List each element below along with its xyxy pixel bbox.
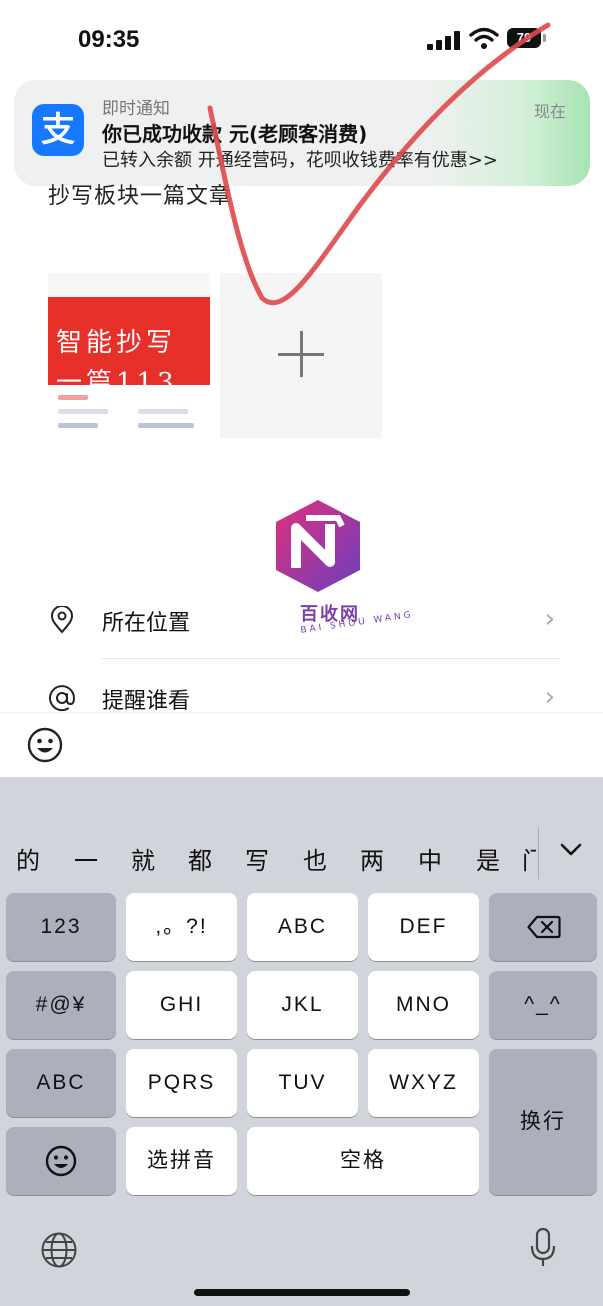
chevron-right-icon: › <box>544 682 555 712</box>
key-abc-switch[interactable]: ABC <box>6 1049 116 1117</box>
key-123[interactable]: 123 <box>6 893 116 961</box>
key-punctuation[interactable]: ,。?! <box>126 893 237 961</box>
space-key[interactable]: 空格 <box>247 1127 479 1195</box>
candidate[interactable]: 两 <box>360 841 384 876</box>
key-select-pinyin[interactable]: 选拼音 <box>126 1127 237 1195</box>
candidate[interactable]: 的 <box>16 841 40 876</box>
key-wxyz[interactable]: WXYZ <box>368 1049 479 1117</box>
emoji-toolbar <box>0 712 603 778</box>
key-ghi[interactable]: GHI <box>126 971 237 1039</box>
thumb-detail-line <box>138 409 188 414</box>
home-indicator <box>194 1289 410 1296</box>
location-pin-icon <box>50 606 74 634</box>
candidate[interactable]: 一 <box>74 841 98 876</box>
status-time: 09:35 <box>78 26 140 53</box>
key-pqrs[interactable]: PQRS <box>126 1049 237 1117</box>
notification-body: 已转入余额 开通经营码，花呗收钱费率有优惠>> <box>102 150 498 171</box>
notification-app-name: 即时通知 <box>102 99 170 119</box>
plus-icon-vertical <box>300 331 303 377</box>
at-sign-icon <box>49 685 76 712</box>
battery-icon: 79 <box>507 28 541 48</box>
thumb-detail-line <box>58 409 108 414</box>
key-abc[interactable]: ABC <box>247 893 358 961</box>
battery-cap <box>543 34 546 42</box>
microphone-icon[interactable] <box>528 1227 558 1269</box>
backspace-icon <box>527 915 561 939</box>
thumb-text-line1: 智能抄写 <box>56 328 177 358</box>
candidate[interactable]: 就 <box>131 841 155 876</box>
notification-time: 现在 <box>533 102 566 121</box>
thumb-detail-line <box>138 423 194 428</box>
location-row[interactable]: 所在位置 › <box>0 580 603 658</box>
key-mno[interactable]: MNO <box>368 971 479 1039</box>
key-emoticon[interactable]: ^_^ <box>489 971 597 1039</box>
candidate[interactable]: 都 <box>188 841 212 876</box>
globe-icon[interactable] <box>40 1231 78 1269</box>
thumb-banner: 智能抄写 一篇113 <box>48 297 210 398</box>
candidate-separator <box>538 827 539 879</box>
emoji-key[interactable] <box>6 1127 116 1195</box>
thumb-banner-text: 智能抄写 一篇113 <box>56 323 206 403</box>
key-def[interactable]: DEF <box>368 893 479 961</box>
chevron-down-icon[interactable] <box>560 843 582 857</box>
key-tuv[interactable]: TUV <box>247 1049 358 1117</box>
cellular-signal-icon <box>427 30 461 50</box>
key-jkl[interactable]: JKL <box>247 971 358 1039</box>
status-bar: 09:35 79 <box>0 0 603 80</box>
enter-key[interactable]: 换行 <box>489 1049 597 1195</box>
wifi-icon <box>469 27 499 49</box>
candidate-bar: 的 一 就 都 写 也 两 中 是 门 <box>0 825 540 885</box>
notification-banner[interactable]: 支 即时通知 你已成功收款 元(老顾客消费) 已转入余额 开通经营码，花呗收钱费… <box>14 80 590 186</box>
location-label: 所在位置 <box>102 611 191 636</box>
backspace-key[interactable] <box>489 893 597 961</box>
keyboard: 的 一 就 都 写 也 两 中 是 门 123 ,。?! ABC DEF #@¥… <box>0 777 603 1306</box>
candidate[interactable]: 写 <box>245 841 269 876</box>
remind-label: 提醒谁看 <box>102 689 191 714</box>
emoji-icon <box>45 1145 77 1177</box>
candidate[interactable]: 中 <box>418 841 442 876</box>
candidate[interactable]: 门 <box>522 841 536 876</box>
key-symbols[interactable]: #@¥ <box>6 971 116 1039</box>
candidate[interactable]: 也 <box>303 841 327 876</box>
attached-image-thumbnail[interactable]: 智能抄写 一篇113 <box>48 273 210 438</box>
thumb-detail-line <box>58 395 88 400</box>
add-image-button[interactable] <box>220 273 382 438</box>
alipay-app-icon: 支 <box>32 104 84 156</box>
candidate[interactable]: 是 <box>476 841 500 876</box>
emoji-icon[interactable] <box>27 727 63 763</box>
notification-title: 你已成功收款 元(老顾客消费) <box>102 122 368 146</box>
thumb-header <box>48 273 210 297</box>
post-text[interactable]: 抄写板块一篇文章 <box>48 178 232 210</box>
thumb-detail-line <box>58 423 98 428</box>
chevron-right-icon: › <box>544 604 555 634</box>
